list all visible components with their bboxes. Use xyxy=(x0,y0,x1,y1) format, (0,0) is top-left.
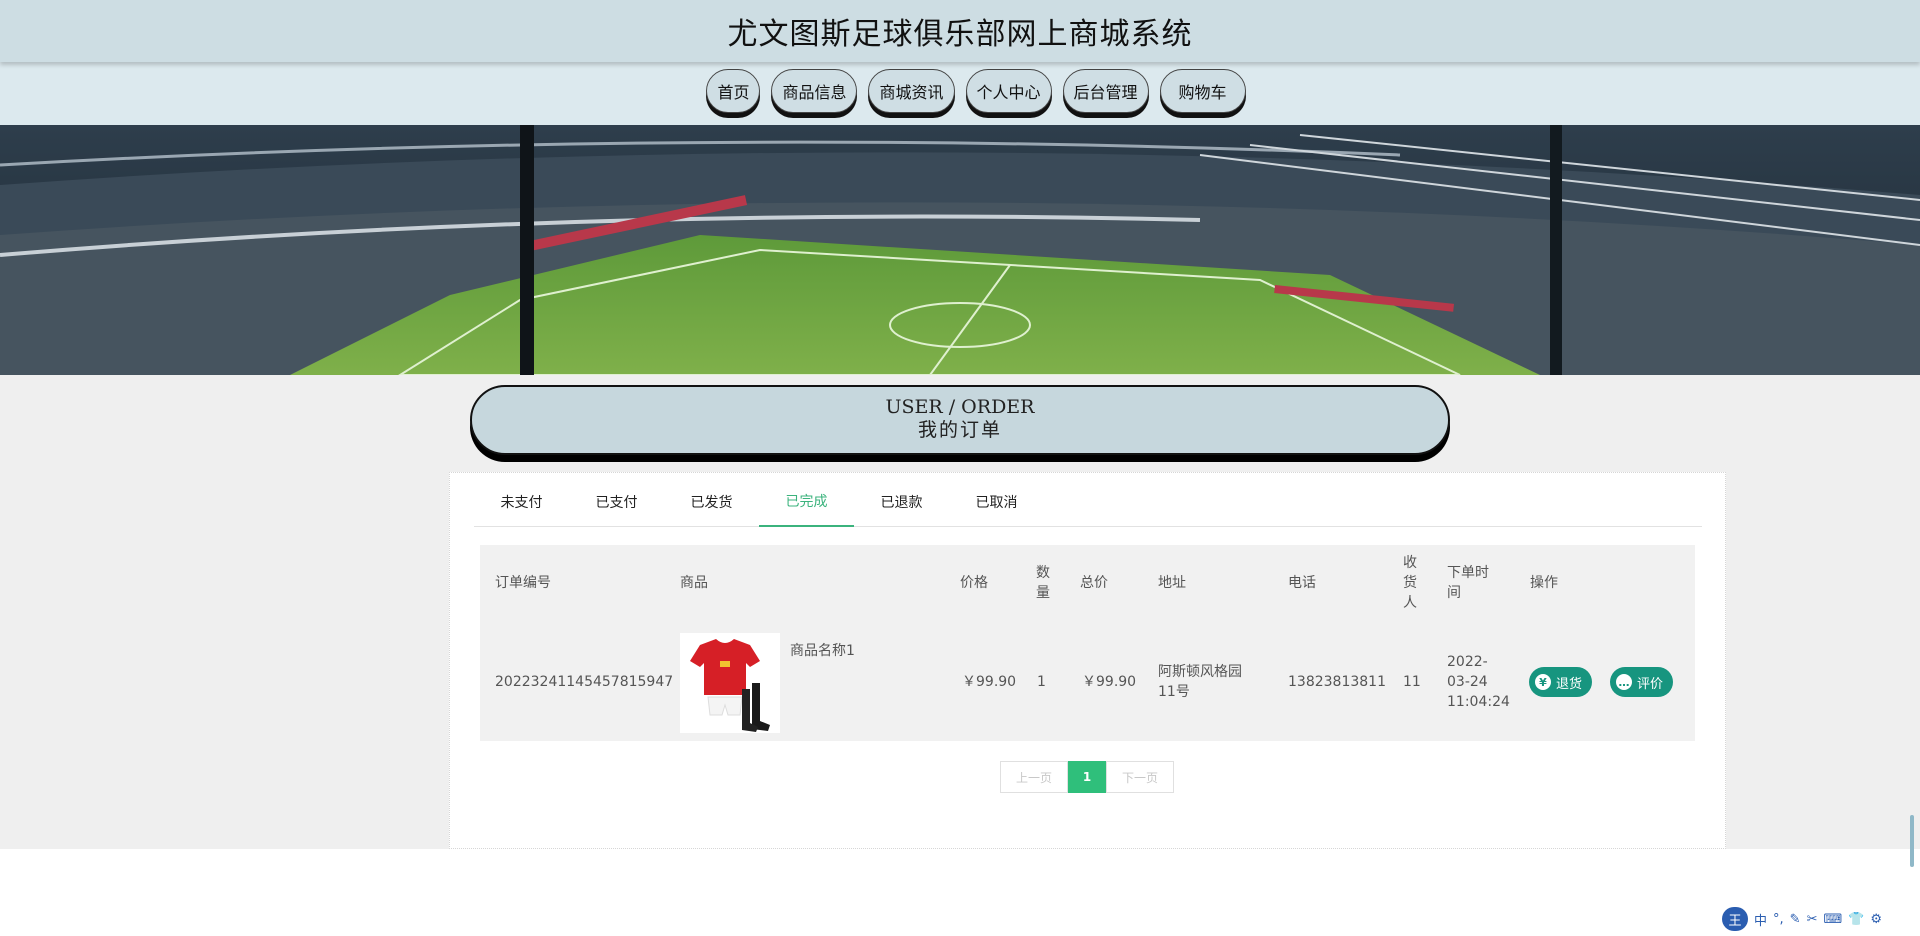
review-button-label: 评价 xyxy=(1637,676,1664,692)
cell-address: 阿斯顿风格园11号 xyxy=(1158,664,1242,700)
chat-icon: … xyxy=(1616,674,1632,690)
nav-news[interactable]: 商城资讯 xyxy=(868,68,955,113)
refund-button[interactable]: ¥ 退货 xyxy=(1529,667,1593,697)
section-title-en: USER / ORDER xyxy=(885,396,1035,418)
jersey-image xyxy=(680,633,780,733)
header-phone: 电话 xyxy=(1288,575,1316,591)
product-thumbnail[interactable] xyxy=(680,633,780,733)
stadium-banner xyxy=(0,125,1920,375)
header-qty: 数量 xyxy=(1036,565,1050,601)
tab-refunded[interactable]: 已退款 xyxy=(854,477,949,527)
tab-paid[interactable]: 已支付 xyxy=(569,477,664,527)
cell-order-no: 20223241145457815947 xyxy=(495,674,674,690)
punctuation-icon[interactable]: °, xyxy=(1773,912,1784,927)
cell-phone: 13823813811 xyxy=(1288,674,1386,690)
header-order-time: 下单时间 xyxy=(1447,565,1489,601)
ime-logo-icon[interactable]: 王 xyxy=(1722,907,1748,931)
page-1-button[interactable]: 1 xyxy=(1068,761,1106,793)
header-actions: 操作 xyxy=(1530,575,1558,591)
pagination: 上一页 1 下一页 xyxy=(1000,761,1174,793)
scroll-indicator[interactable] xyxy=(1910,815,1914,867)
stadium-image xyxy=(0,125,1920,375)
cell-qty: 1 xyxy=(1037,674,1046,690)
order-table: 订单编号 商品 价格 数量 总价 地址 电话 收货人 下单时间 操作 20223… xyxy=(480,545,1695,741)
section-title-zh: 我的订单 xyxy=(917,419,1002,441)
nav-products[interactable]: 商品信息 xyxy=(771,68,858,113)
nav-cart[interactable]: 购物车 xyxy=(1159,68,1246,113)
scissors-icon[interactable]: ✂ xyxy=(1807,912,1818,927)
header-receiver: 收货人 xyxy=(1403,555,1417,611)
ime-mode-label[interactable]: 中 xyxy=(1754,910,1767,929)
cell-total: ￥99.90 xyxy=(1082,674,1137,690)
header-address: 地址 xyxy=(1158,575,1186,591)
header-order-no: 订单编号 xyxy=(495,575,551,591)
tab-shipped[interactable]: 已发货 xyxy=(664,477,759,527)
cell-product-name[interactable]: 商品名称1 xyxy=(790,641,855,661)
header-product: 商品 xyxy=(680,575,708,591)
main-nav: 首页 商品信息 商城资讯 个人中心 后台管理 购物车 xyxy=(0,62,1920,125)
order-panel: 未支付 已支付 已发货 已完成 已退款 已取消 订单编号 商品 价格 数量 总价… xyxy=(449,472,1726,849)
cell-order-time: 2022-03-24 11:04:24 xyxy=(1447,654,1510,710)
order-status-tabs: 未支付 已支付 已发货 已完成 已退款 已取消 xyxy=(474,477,1702,527)
tab-completed[interactable]: 已完成 xyxy=(759,477,854,527)
settings-gear-icon[interactable]: ⚙ xyxy=(1870,912,1882,927)
refund-button-label: 退货 xyxy=(1556,676,1583,692)
yen-icon: ¥ xyxy=(1535,674,1551,690)
nav-profile[interactable]: 个人中心 xyxy=(965,68,1052,113)
keyboard-icon[interactable]: ⌨ xyxy=(1823,912,1842,927)
header-price: 价格 xyxy=(960,575,988,591)
nav-home[interactable]: 首页 xyxy=(706,68,761,113)
header-total: 总价 xyxy=(1080,575,1108,591)
site-header: 尤文图斯足球俱乐部网上商城系统 xyxy=(0,0,1920,62)
section-title: USER / ORDER 我的订单 xyxy=(470,385,1450,455)
cell-receiver: 11 xyxy=(1403,674,1421,690)
next-page-button[interactable]: 下一页 xyxy=(1106,761,1174,793)
tab-cancelled[interactable]: 已取消 xyxy=(949,477,1044,527)
review-button[interactable]: … 评价 xyxy=(1610,667,1674,697)
ime-toolbar[interactable]: 王 中 °, ✎ ✂ ⌨ 👕 ⚙ xyxy=(1722,906,1882,932)
site-title: 尤文图斯足球俱乐部网上商城系统 xyxy=(727,17,1193,52)
cell-price: ￥99.90 xyxy=(962,674,1017,690)
pen-icon[interactable]: ✎ xyxy=(1790,912,1801,927)
shirt-icon[interactable]: 👕 xyxy=(1848,912,1864,927)
nav-admin[interactable]: 后台管理 xyxy=(1062,68,1149,113)
tab-unpaid[interactable]: 未支付 xyxy=(474,477,569,527)
prev-page-button[interactable]: 上一页 xyxy=(1000,761,1068,793)
